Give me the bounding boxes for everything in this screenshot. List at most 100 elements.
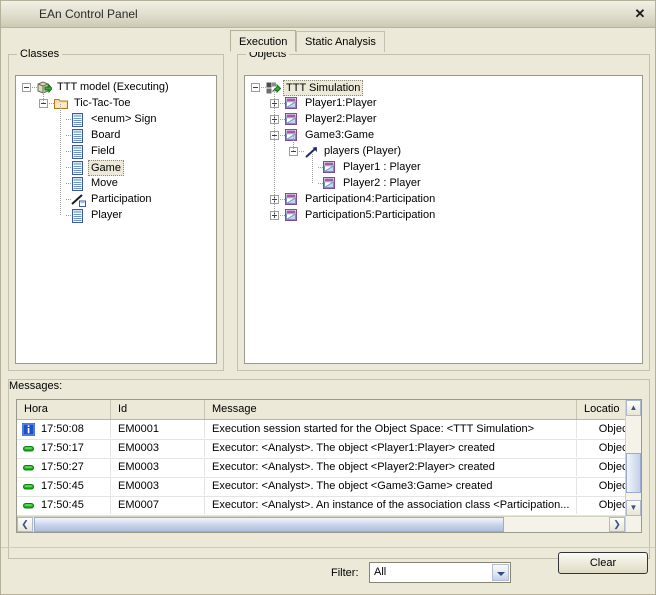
column-header[interactable]: Message [205,400,577,419]
tree-item[interactable]: TTT Simulation [245,80,642,96]
tree-item[interactable]: Tic-Tac-Toe [16,96,216,112]
table-cell-id: EM0003 [111,439,205,457]
tree-item[interactable]: Field [16,144,216,160]
table-row[interactable]: 17:50:17 EM0003Executor: <Analyst>. The o… [17,439,641,459]
close-icon[interactable]: ✕ [630,5,650,23]
event-icon [22,442,35,455]
tree-item[interactable]: Player [16,208,216,224]
package-icon [37,81,51,95]
filter-select[interactable]: All [369,562,511,583]
object-icon [285,113,299,127]
classes-legend: Classes [17,48,62,60]
tree-connector [312,152,313,184]
horizontal-scrollbar-thumb[interactable] [34,517,504,532]
table-cell-id: EM0003 [111,477,205,495]
tree-item[interactable]: Board [16,128,216,144]
tab-static-analysis[interactable]: Static Analysis [296,31,385,52]
table-cell-hora: 17:50:27 [17,458,111,476]
class-icon [71,113,85,127]
table-cell-message: Execution session started for the Object… [205,420,577,438]
messages-grid[interactable]: HoraIdMessageLocatio 17:50:08EM0001Execu… [16,399,642,533]
scroll-right-button[interactable]: ❯ [609,517,625,532]
table-cell-text: 17:50:45 [41,480,84,492]
messages-horizontal-scrollbar[interactable]: ❮ ❯ [17,516,625,532]
classes-tree-panel[interactable]: TTT model (Executing)Tic-Tac-Toe<enum> S… [15,75,217,364]
tree-item-label: players (Player) [321,144,404,159]
chevron-up-icon: ▲ [630,403,638,412]
table-row[interactable]: 17:50:45EM0003Executor: <Analyst>. The o… [17,477,641,497]
tree-item-label: Move [88,176,121,191]
tree-connector [274,88,275,216]
clear-button[interactable]: Clear [558,552,648,574]
column-header[interactable]: Hora [17,400,111,419]
tree-item[interactable]: <enum> Sign [16,112,216,128]
footer-divider [1,547,655,548]
tree-item-label: Board [88,128,123,143]
tree-item[interactable]: Move [16,176,216,192]
collapse-icon[interactable] [251,83,260,92]
tree-item-label: Player [88,208,125,223]
table-cell-id: EM0007 [111,496,205,514]
table-cell-hora: 17:50:08 [17,420,111,438]
column-header[interactable]: Id [111,400,205,419]
table-cell-message: Executor: <Analyst>. The object <Player1… [205,439,577,457]
vertical-scrollbar-thumb[interactable] [626,453,641,493]
objects-tree-panel[interactable]: TTT SimulationPlayer1:PlayerPlayer2:Play… [244,75,643,364]
tree-connector [60,104,61,216]
classes-tree[interactable]: TTT model (Executing)Tic-Tac-Toe<enum> S… [16,76,216,224]
class-icon [71,177,85,191]
table-cell-text: 17:50:08 [41,423,84,435]
tree-item[interactable]: Participation [16,192,216,208]
object-icon [285,129,299,143]
table-cell-text: 17:50:17 [41,442,84,454]
tree-item-label: Participation5:Participation [302,208,438,223]
tree-item-label: Game [88,160,124,176]
tree-item[interactable]: Participation5:Participation [245,208,642,224]
tree-item-label: <enum> Sign [88,112,159,127]
scroll-down-button[interactable]: ▼ [626,500,641,516]
tree-item-label: Tic-Tac-Toe [71,96,133,111]
class-icon [71,129,85,143]
tree-item[interactable]: TTT model (Executing) [16,80,216,96]
tree-item[interactable]: Game [16,160,216,176]
association-icon [71,193,85,207]
tab-execution[interactable]: Execution [230,30,296,52]
tree-item[interactable]: Participation4:Participation [245,192,642,208]
tree-item-label: Player2:Player [302,112,380,127]
table-row[interactable]: 17:50:08EM0001Execution session started … [17,420,641,440]
messages-groupbox: Messages: HoraIdMessageLocatio 17:50:08E… [8,379,650,559]
collapse-icon[interactable] [22,83,31,92]
tree-item[interactable]: players (Player) [245,144,642,160]
title-bar: EAn Control Panel ✕ [1,1,655,28]
scroll-up-button[interactable]: ▲ [626,400,641,416]
messages-grid-header: HoraIdMessageLocatio [17,400,641,420]
link-arrow-icon [304,145,318,159]
chevron-down-icon: ▼ [630,503,638,512]
scroll-left-button[interactable]: ❮ [17,517,33,532]
eans-control-panel-window: EAn Control Panel ✕ Execution Static Ana… [0,0,656,595]
tree-item[interactable]: Player1:Player [245,96,642,112]
table-cell-id: EM0003 [111,458,205,476]
table-cell-hora: 17:50:45 [17,477,111,495]
tree-item[interactable]: Player2 : Player [245,176,642,192]
objects-tree[interactable]: TTT SimulationPlayer1:PlayerPlayer2:Play… [245,76,642,224]
tree-item-label: Participation4:Participation [302,192,438,207]
object-icon [323,177,337,191]
table-cell-message: Executor: <Analyst>. The object <Player2… [205,458,577,476]
tab-static-analysis-label: Static Analysis [305,36,376,48]
table-row[interactable]: 17:50:27EM0003Executor: <Analyst>. The o… [17,458,641,478]
table-row[interactable]: 17:50:45EM0007Executor: <Analyst>. An in… [17,496,641,516]
messages-vertical-scrollbar[interactable]: ▲ ▼ [625,400,641,532]
tree-item-label: TTT model (Executing) [54,80,172,95]
tree-item-label: TTT Simulation [283,80,363,96]
chevron-right-icon: ❯ [613,519,621,529]
event-icon [22,499,35,512]
tree-item[interactable]: Game3:Game [245,128,642,144]
event-icon [22,461,35,474]
event-icon [22,480,35,493]
tree-item[interactable]: Player1 : Player [245,160,642,176]
chevron-down-icon[interactable] [492,564,509,581]
tree-item[interactable]: Player2:Player [245,112,642,128]
table-cell-hora: 17:50:45 [17,496,111,514]
table-cell-message: Executor: <Analyst>. An instance of the … [205,496,577,514]
